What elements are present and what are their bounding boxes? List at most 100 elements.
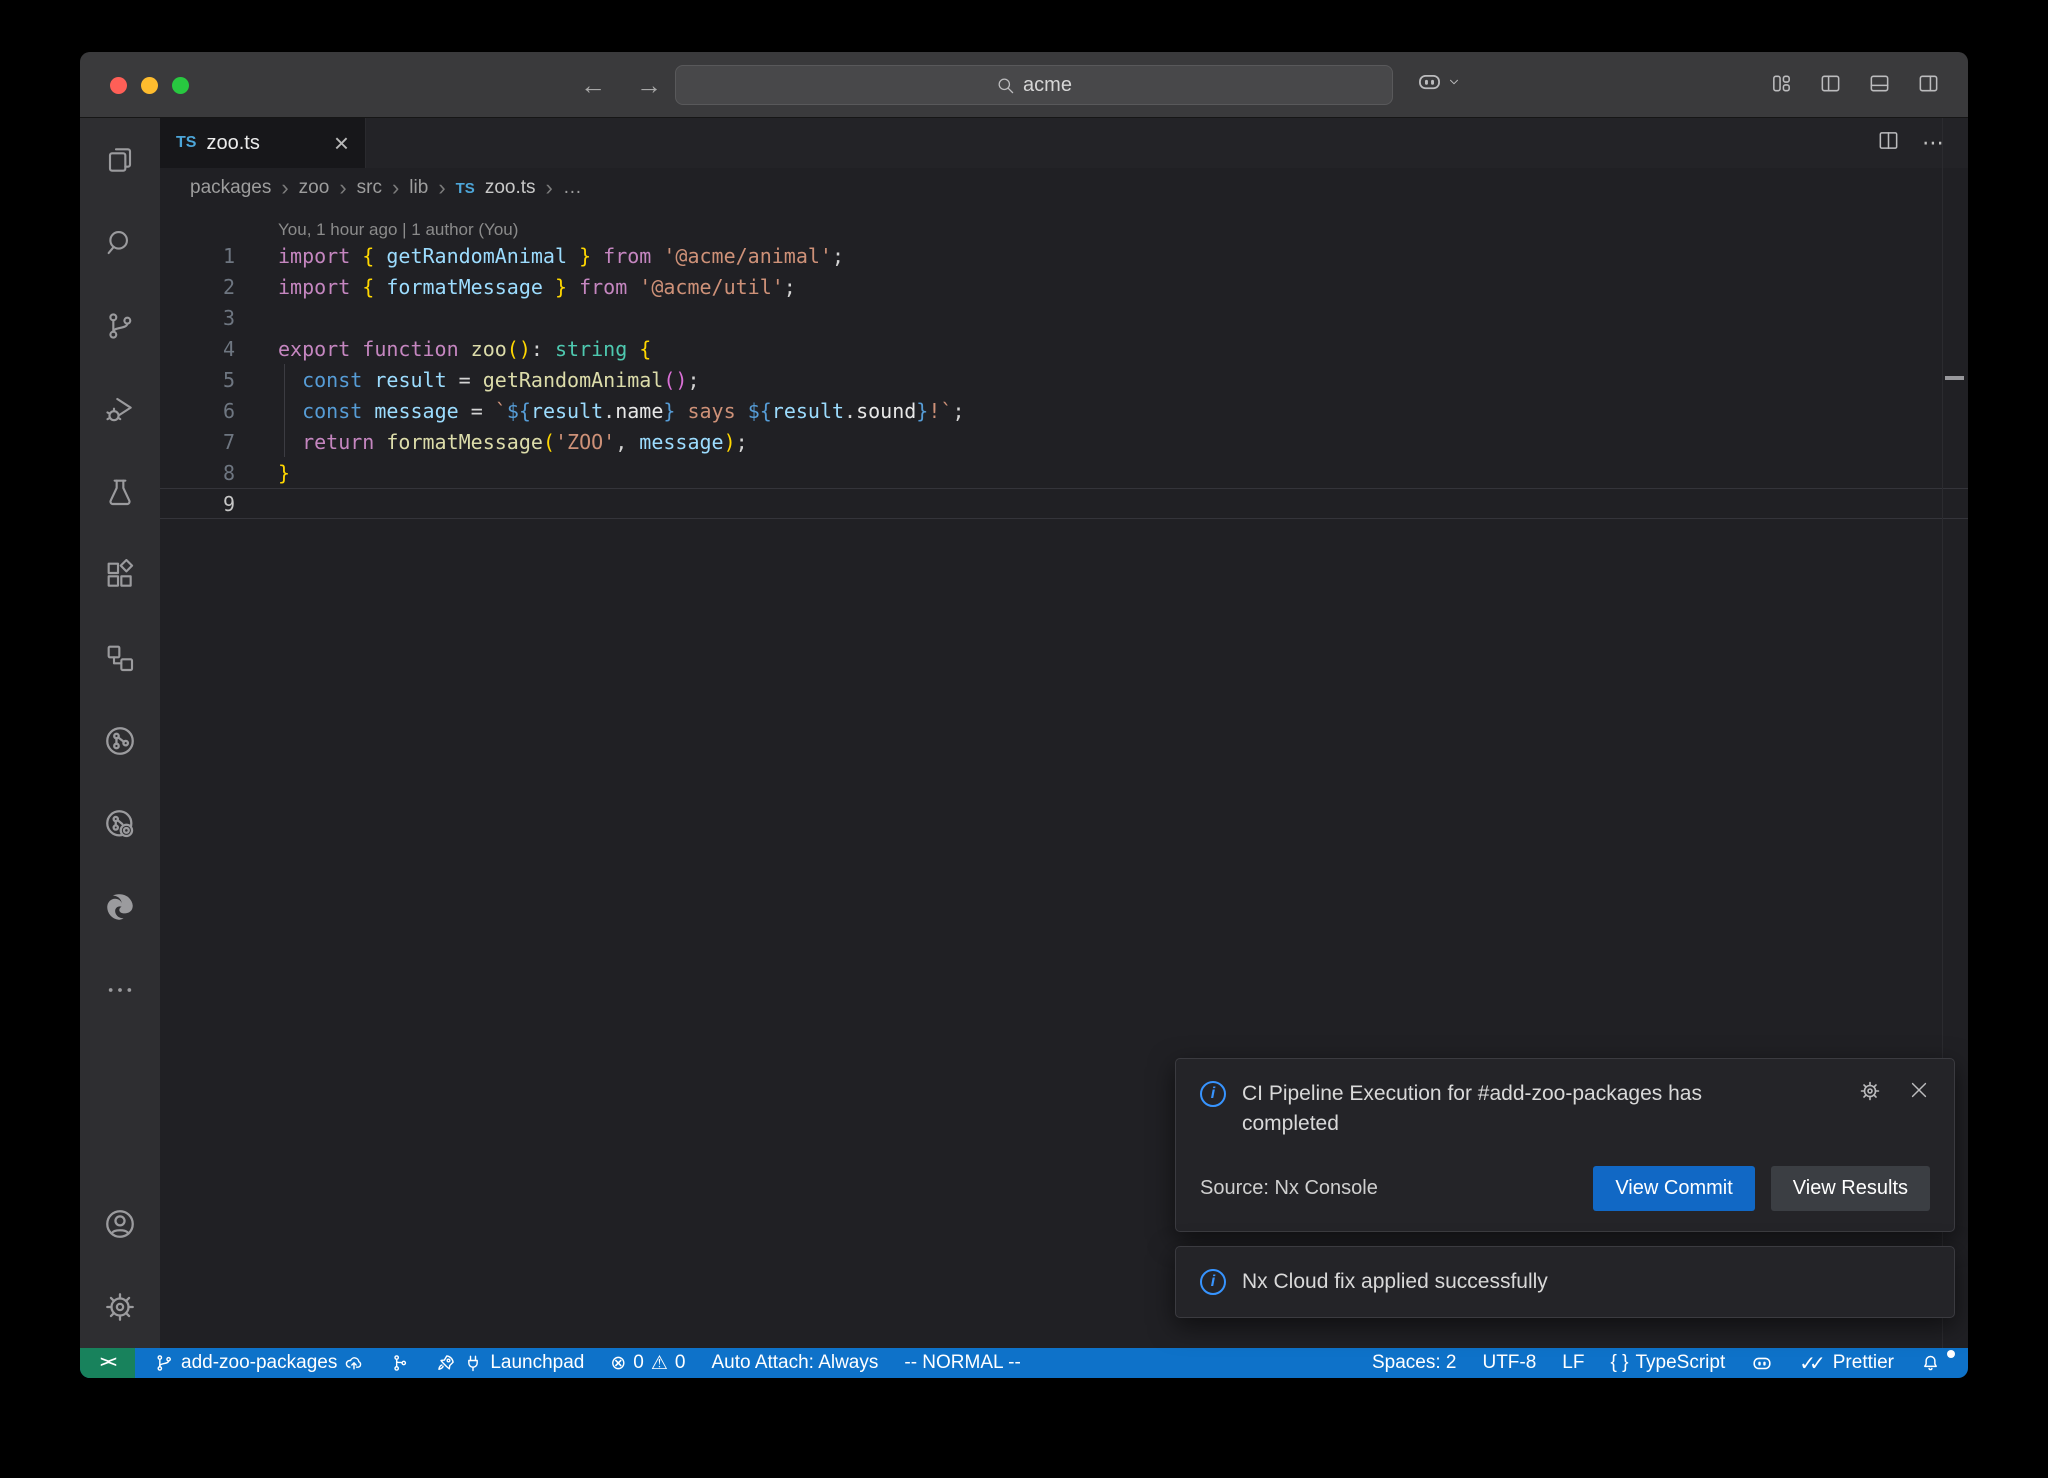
formatter-item[interactable]: ✓✓ Prettier bbox=[1786, 1348, 1907, 1378]
close-window-button[interactable] bbox=[110, 77, 127, 94]
error-icon: ⊗ bbox=[610, 1352, 626, 1375]
command-center-search[interactable]: acme bbox=[675, 65, 1393, 105]
line-number: 6 bbox=[160, 399, 235, 423]
publish-cloud-icon bbox=[344, 1353, 364, 1373]
git-branch-item[interactable]: add-zoo-packages bbox=[141, 1348, 377, 1378]
notification-center: i CI Pipeline Execution for #add-zoo-pac… bbox=[1175, 1058, 1955, 1318]
code-line[interactable]: 5 const result = getRandomAnimal(); bbox=[160, 364, 1968, 395]
breadcrumb-item[interactable]: zoo.ts bbox=[485, 177, 536, 199]
sidebar-item-run-debug[interactable] bbox=[80, 367, 160, 450]
view-results-button[interactable]: View Results bbox=[1771, 1166, 1930, 1211]
code-text: const message = `${result.name} says ${r… bbox=[235, 399, 964, 423]
sidebar-item-extensions[interactable] bbox=[80, 533, 160, 616]
problems-item[interactable]: ⊗ 0 ⚠ 0 bbox=[597, 1348, 698, 1378]
minimize-window-button[interactable] bbox=[141, 77, 158, 94]
edge-icon bbox=[103, 890, 137, 924]
rocket-icon bbox=[436, 1353, 456, 1373]
bell-icon bbox=[1920, 1353, 1941, 1374]
chevron-right-icon: › bbox=[339, 175, 346, 201]
notification-dot bbox=[1947, 1350, 1955, 1358]
line-number: 3 bbox=[160, 306, 235, 330]
breadcrumb-more[interactable]: … bbox=[563, 177, 582, 199]
breadcrumb-item[interactable]: zoo bbox=[299, 177, 330, 199]
notification-settings-button[interactable] bbox=[1858, 1079, 1882, 1108]
sidebar-item-remote-explorer[interactable] bbox=[80, 616, 160, 699]
code-line[interactable]: 6 const message = `${result.name} says $… bbox=[160, 395, 1968, 426]
account-icon bbox=[103, 1207, 137, 1241]
toggle-panel-button[interactable] bbox=[1868, 72, 1891, 95]
breadcrumb-item[interactable]: lib bbox=[409, 177, 428, 199]
tab-label: zoo.ts bbox=[206, 132, 259, 155]
sidebar-item-nx-console[interactable] bbox=[80, 699, 160, 782]
line-number: 2 bbox=[160, 275, 235, 299]
code-line[interactable]: 9 bbox=[160, 488, 1968, 519]
sidebar-item-edge-browser[interactable] bbox=[80, 865, 160, 948]
code-line[interactable]: 1import { getRandomAnimal } from '@acme/… bbox=[160, 240, 1968, 271]
code-line[interactable]: 2import { formatMessage } from '@acme/ut… bbox=[160, 271, 1968, 302]
remote-indicator[interactable]: >< bbox=[80, 1348, 135, 1378]
vim-mode-item[interactable]: -- NORMAL -- bbox=[891, 1348, 1033, 1378]
split-editor-button[interactable] bbox=[1877, 129, 1900, 157]
line-number: 8 bbox=[160, 461, 235, 485]
vscode-window: ← → acme bbox=[80, 52, 1968, 1378]
breadcrumb-item[interactable]: src bbox=[357, 177, 382, 199]
navigate-forward-button[interactable]: → bbox=[636, 70, 662, 101]
status-bar: >< add-zoo-packages Launchpad ⊗ 0 ⚠ 0 Au bbox=[80, 1348, 1968, 1378]
activity-bar bbox=[80, 118, 160, 1348]
debug-icon bbox=[104, 393, 136, 425]
zoom-window-button[interactable] bbox=[172, 77, 189, 94]
notifications-bell-item[interactable] bbox=[1907, 1348, 1954, 1378]
toggle-secondary-sidebar-button[interactable] bbox=[1917, 72, 1940, 95]
settings-button[interactable] bbox=[80, 1265, 160, 1348]
sidebar-item-nx-cloud[interactable] bbox=[80, 782, 160, 865]
chevron-right-icon: › bbox=[392, 175, 399, 201]
view-commit-button[interactable]: View Commit bbox=[1593, 1166, 1754, 1211]
indentation-item[interactable]: Spaces: 2 bbox=[1359, 1348, 1470, 1378]
double-check-icon: ✓✓ bbox=[1799, 1351, 1826, 1376]
more-icon bbox=[104, 974, 136, 1006]
code-line[interactable]: 3 bbox=[160, 302, 1968, 333]
navigate-back-button[interactable]: ← bbox=[580, 70, 606, 101]
source-control-icon bbox=[104, 310, 136, 342]
launchpad-item[interactable]: Launchpad bbox=[423, 1348, 597, 1378]
sidebar-item-more[interactable] bbox=[80, 948, 160, 1031]
code-line[interactable]: 8} bbox=[160, 457, 1968, 488]
line-number: 4 bbox=[160, 337, 235, 361]
sidebar-item-explorer[interactable] bbox=[80, 118, 160, 201]
tab-bar: TS zoo.ts × ⋯ bbox=[160, 118, 1968, 168]
auto-attach-item[interactable]: Auto Attach: Always bbox=[699, 1348, 892, 1378]
encoding-item[interactable]: UTF-8 bbox=[1469, 1348, 1549, 1378]
git-blame-annotation: You, 1 hour ago | 1 author (You) bbox=[160, 208, 1968, 240]
notification-toast: i Nx Cloud fix applied successfully bbox=[1175, 1246, 1955, 1318]
sidebar-item-search[interactable] bbox=[80, 201, 160, 284]
braces-icon: { } bbox=[1610, 1352, 1628, 1374]
eol-item[interactable]: LF bbox=[1549, 1348, 1597, 1378]
branch-icon bbox=[154, 1353, 174, 1373]
chevron-right-icon: › bbox=[546, 175, 553, 201]
code-text: import { formatMessage } from '@acme/uti… bbox=[235, 275, 796, 299]
sidebar-item-testing[interactable] bbox=[80, 450, 160, 533]
toggle-primary-sidebar-button[interactable] bbox=[1819, 72, 1842, 95]
typescript-file-icon: TS bbox=[176, 134, 196, 152]
title-bar: ← → acme bbox=[80, 52, 1968, 118]
copilot-status-item[interactable] bbox=[1738, 1348, 1786, 1378]
notification-close-button[interactable] bbox=[1908, 1079, 1930, 1106]
copilot-menu-button[interactable] bbox=[1416, 68, 1461, 95]
indent-guide bbox=[284, 364, 285, 457]
warning-icon: ⚠ bbox=[651, 1352, 668, 1375]
code-line[interactable]: 4export function zoo(): string { bbox=[160, 333, 1968, 364]
nx-console-icon bbox=[103, 724, 137, 758]
code-line[interactable]: 7 return formatMessage('ZOO', message); bbox=[160, 426, 1968, 457]
customize-layout-button[interactable] bbox=[1770, 72, 1793, 95]
plug-icon bbox=[463, 1353, 483, 1373]
search-icon bbox=[996, 76, 1015, 95]
source-control-graph-item[interactable] bbox=[377, 1348, 423, 1378]
sidebar-item-source-control[interactable] bbox=[80, 284, 160, 367]
language-mode-item[interactable]: { } TypeScript bbox=[1597, 1348, 1738, 1378]
notification-toast: i CI Pipeline Execution for #add-zoo-pac… bbox=[1175, 1058, 1955, 1232]
chevron-right-icon: › bbox=[281, 175, 288, 201]
close-tab-button[interactable]: × bbox=[334, 130, 349, 156]
tab-zoo-ts[interactable]: TS zoo.ts × bbox=[160, 118, 366, 168]
breadcrumb-item[interactable]: packages bbox=[190, 177, 271, 199]
account-button[interactable] bbox=[80, 1182, 160, 1265]
